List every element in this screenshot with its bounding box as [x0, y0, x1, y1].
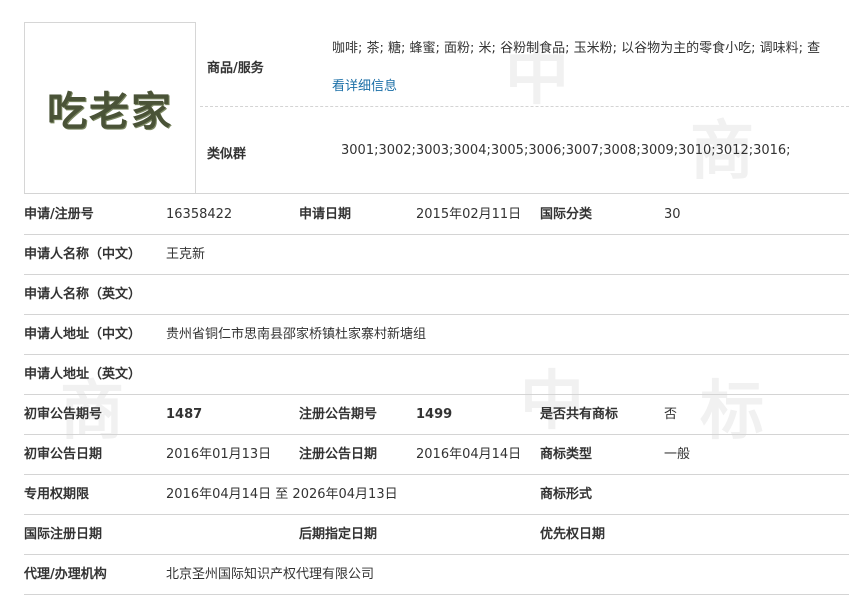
view-details-link[interactable]: 看详细信息	[332, 75, 397, 94]
info-row-agency: 代理/办理机构 北京圣州国际知识产权代理有限公司	[24, 555, 849, 595]
agency-label: 代理/办理机构	[24, 567, 107, 582]
info-row-announcement-issue: 初审公告期号 1487 注册公告期号 1499 是否共有商标 否	[24, 395, 849, 435]
info-row-exclusive-period: 专用权期限 2016年04月14日 至 2026年04月13日 商标形式	[24, 475, 849, 515]
info-row-announcement-date: 初审公告日期 2016年01月13日 注册公告日期 2016年04月14日 商标…	[24, 435, 849, 475]
later-designation-date-label: 后期指定日期	[299, 527, 378, 542]
info-row-applicant-name-en: 申请人名称（英文）	[24, 275, 849, 315]
application-number-value: 16358422	[166, 207, 233, 222]
info-row-applicant-address-cn: 申请人地址（中文） 贵州省铜仁市思南县邵家桥镇杜家寨村新塘组	[24, 315, 849, 355]
trademark-image: 吃老家	[24, 22, 196, 194]
registration-date-value: 2016年04月14日	[416, 447, 522, 462]
goods-text: 咖啡; 茶; 糖; 蜂蜜; 面粉; 米; 谷粉制食品; 玉米粉; 以谷物为主的零…	[332, 41, 821, 56]
intl-class-label: 国际分类	[540, 207, 593, 222]
applicant-address-en-label: 申请人地址（英文）	[24, 367, 142, 382]
registration-issue-label: 注册公告期号	[299, 407, 378, 422]
divider	[200, 106, 849, 107]
info-row-application: 申请/注册号 16358422 申请日期 2015年02月11日 国际分类 30	[24, 195, 849, 235]
applicant-name-en-label: 申请人名称（英文）	[24, 287, 142, 302]
divider	[24, 193, 849, 194]
similar-group-label: 类似群	[207, 147, 247, 162]
registration-issue-value: 1499	[416, 407, 453, 422]
applicant-name-cn-value: 王克新	[166, 247, 206, 262]
goods-label: 商品/服务	[207, 61, 264, 76]
applicant-name-cn-label: 申请人名称（中文）	[24, 247, 142, 262]
similar-group-value: 3001;3002;3003;3004;3005;3006;3007;3008;…	[341, 143, 791, 158]
applicant-address-cn-label: 申请人地址（中文）	[24, 327, 142, 342]
prelim-issue-label: 初审公告期号	[24, 407, 103, 422]
prelim-date-label: 初审公告日期	[24, 447, 103, 462]
info-row-applicant-address-en: 申请人地址（英文）	[24, 355, 849, 395]
priority-date-label: 优先权日期	[540, 527, 606, 542]
shared-trademark-value: 否	[664, 407, 678, 422]
trademark-form-label: 商标形式	[540, 487, 593, 502]
shared-trademark-label: 是否共有商标	[540, 407, 619, 422]
intl-class-value: 30	[664, 207, 681, 222]
trademark-type-value: 一般	[664, 447, 691, 462]
agency-value: 北京圣州国际知识产权代理有限公司	[166, 567, 375, 582]
prelim-date-value: 2016年01月13日	[166, 447, 272, 462]
divider	[24, 594, 849, 595]
application-date-value: 2015年02月11日	[416, 207, 522, 222]
trademark-logo-text: 吃老家	[47, 88, 173, 135]
intl-registration-date-label: 国际注册日期	[24, 527, 103, 542]
trademark-type-label: 商标类型	[540, 447, 593, 462]
info-row-dates: 国际注册日期 后期指定日期 优先权日期	[24, 515, 849, 555]
exclusive-period-value: 2016年04月14日 至 2026年04月13日	[166, 487, 398, 502]
prelim-issue-value: 1487	[166, 407, 203, 422]
application-number-label: 申请/注册号	[24, 207, 94, 222]
exclusive-period-label: 专用权期限	[24, 487, 90, 502]
registration-date-label: 注册公告日期	[299, 447, 378, 462]
application-date-label: 申请日期	[299, 207, 352, 222]
applicant-address-cn-value: 贵州省铜仁市思南县邵家桥镇杜家寨村新塘组	[166, 327, 427, 342]
info-row-applicant-name-cn: 申请人名称（中文） 王克新	[24, 235, 849, 275]
